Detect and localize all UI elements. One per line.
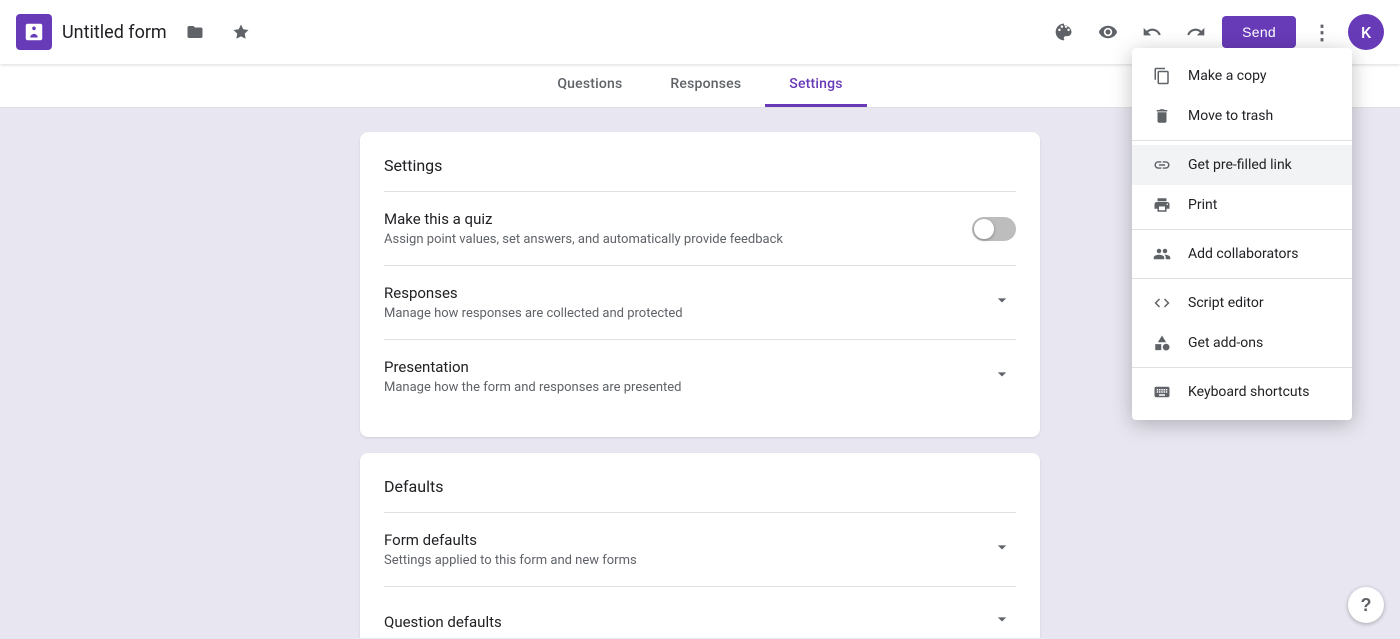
menu-item-print[interactable]: Print: [1132, 185, 1352, 225]
form-defaults-title: Form defaults: [384, 531, 637, 549]
eye-icon: [1098, 22, 1118, 42]
trash-icon: [1152, 106, 1172, 126]
tab-questions[interactable]: Questions: [533, 64, 646, 107]
chevron-down-icon-3: [992, 537, 1012, 557]
quiz-row-subtitle: Assign point values, set answers, and au…: [384, 232, 783, 247]
responses-row[interactable]: Responses Manage how responses are colle…: [384, 266, 1016, 340]
form-defaults-subtitle: Settings applied to this form and new fo…: [384, 553, 637, 568]
menu-divider-4: [1132, 367, 1352, 368]
move-to-trash-label: Move to trash: [1188, 108, 1273, 124]
question-defaults-row[interactable]: Question defaults: [384, 587, 1016, 638]
print-label: Print: [1188, 197, 1217, 213]
quiz-row-text: Make this a quiz Assign point values, se…: [384, 210, 783, 247]
chevron-down-icon-2: [992, 364, 1012, 384]
app-icon: [16, 14, 52, 50]
keyboard-shortcuts-label: Keyboard shortcuts: [1188, 384, 1309, 400]
form-defaults-row-header: Form defaults Settings applied to this f…: [384, 531, 1016, 568]
addon-icon: [1152, 333, 1172, 353]
menu-divider-3: [1132, 278, 1352, 279]
menu-item-prefilled-link[interactable]: Get pre-filled link: [1132, 145, 1352, 185]
palette-icon: [1054, 22, 1074, 42]
star-icon: [232, 23, 250, 41]
keyboard-icon: [1152, 382, 1172, 402]
link-icon: [1152, 155, 1172, 175]
menu-item-script-editor[interactable]: Script editor: [1132, 283, 1352, 323]
responses-expand-button[interactable]: [988, 286, 1016, 319]
forms-icon: [23, 21, 45, 43]
menu-item-get-add-ons[interactable]: Get add-ons: [1132, 323, 1352, 363]
presentation-row-subtitle: Manage how the form and responses are pr…: [384, 380, 682, 395]
get-add-ons-label: Get add-ons: [1188, 335, 1263, 351]
preview-button[interactable]: [1090, 14, 1126, 50]
quiz-row-header: Make this a quiz Assign point values, se…: [384, 210, 1016, 247]
header-left: Untitled form: [16, 14, 1046, 50]
toggle-thumb: [974, 219, 994, 239]
star-button[interactable]: [223, 14, 259, 50]
presentation-row-title: Presentation: [384, 358, 682, 376]
print-icon: [1152, 195, 1172, 215]
undo-button[interactable]: [1134, 14, 1170, 50]
menu-item-move-to-trash[interactable]: Move to trash: [1132, 96, 1352, 136]
question-defaults-title: Question defaults: [384, 613, 502, 631]
menu-item-add-collaborators[interactable]: Add collaborators: [1132, 234, 1352, 274]
people-icon: [1152, 244, 1172, 264]
question-defaults-row-text: Question defaults: [384, 613, 502, 631]
form-defaults-row[interactable]: Form defaults Settings applied to this f…: [384, 513, 1016, 587]
copy-icon: [1152, 66, 1172, 86]
defaults-card-title: Defaults: [384, 477, 1016, 496]
menu-item-keyboard-shortcuts[interactable]: Keyboard shortcuts: [1132, 372, 1352, 412]
palette-button[interactable]: [1046, 14, 1082, 50]
defaults-card: Defaults Form defaults Settings applied …: [360, 453, 1040, 638]
script-editor-label: Script editor: [1188, 295, 1264, 311]
redo-icon: [1186, 22, 1206, 42]
presentation-row[interactable]: Presentation Manage how the form and res…: [384, 340, 1016, 413]
responses-row-title: Responses: [384, 284, 683, 302]
settings-card-title: Settings: [384, 156, 1016, 175]
header-right: Send ⋮ K: [1046, 14, 1384, 50]
presentation-row-header: Presentation Manage how the form and res…: [384, 358, 1016, 395]
menu-divider-1: [1132, 140, 1352, 141]
form-title: Untitled form: [62, 22, 167, 43]
prefilled-link-label: Get pre-filled link: [1188, 157, 1292, 173]
redo-button[interactable]: [1178, 14, 1214, 50]
responses-row-subtitle: Manage how responses are collected and p…: [384, 306, 683, 321]
menu-divider-2: [1132, 229, 1352, 230]
undo-icon: [1142, 22, 1162, 42]
quiz-toggle[interactable]: [972, 217, 1016, 241]
quiz-row: Make this a quiz Assign point values, se…: [384, 192, 1016, 266]
make-copy-label: Make a copy: [1188, 68, 1267, 84]
add-collaborators-label: Add collaborators: [1188, 246, 1298, 262]
avatar: K: [1348, 14, 1384, 50]
move-to-folder-button[interactable]: [177, 14, 213, 50]
code-icon: [1152, 293, 1172, 313]
chevron-down-icon-4: [992, 609, 1012, 629]
menu-item-make-copy[interactable]: Make a copy: [1132, 56, 1352, 96]
more-options-button[interactable]: ⋮: [1304, 14, 1340, 50]
tab-settings[interactable]: Settings: [765, 64, 866, 107]
form-defaults-expand-button[interactable]: [988, 533, 1016, 566]
presentation-expand-button[interactable]: [988, 360, 1016, 393]
presentation-row-text: Presentation Manage how the form and res…: [384, 358, 682, 395]
tab-responses[interactable]: Responses: [646, 64, 765, 107]
responses-row-text: Responses Manage how responses are colle…: [384, 284, 683, 321]
chevron-down-icon: [992, 290, 1012, 310]
responses-row-header: Responses Manage how responses are colle…: [384, 284, 1016, 321]
folder-icon: [186, 23, 204, 41]
dropdown-menu: Make a copy Move to trash Get pre-filled…: [1132, 48, 1352, 420]
send-button[interactable]: Send: [1222, 16, 1296, 48]
settings-card: Settings Make this a quiz Assign point v…: [360, 132, 1040, 437]
question-defaults-expand-button[interactable]: [988, 605, 1016, 638]
toggle-track: [972, 217, 1016, 241]
question-defaults-row-header: Question defaults: [384, 605, 1016, 638]
quiz-row-title: Make this a quiz: [384, 210, 783, 228]
form-defaults-row-text: Form defaults Settings applied to this f…: [384, 531, 637, 568]
help-button[interactable]: ?: [1348, 587, 1384, 623]
